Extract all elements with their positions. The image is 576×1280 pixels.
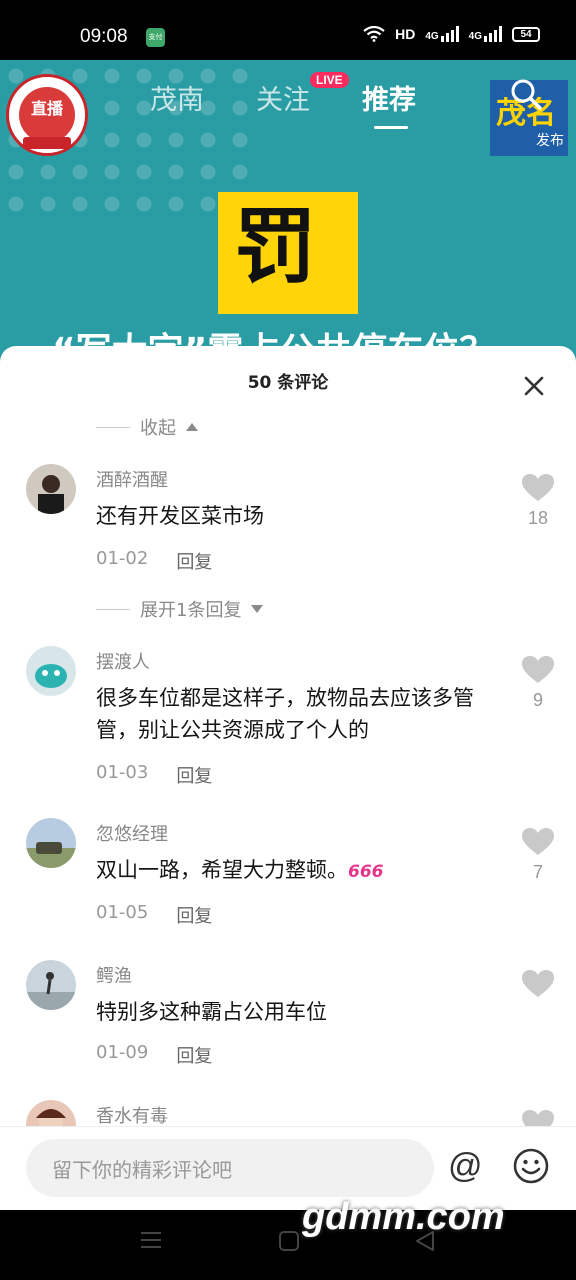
comment-item: 忽悠经理 双山一路，希望大力整顿。666 01-05 回复 7 [0,818,576,928]
caret-down-icon [251,605,264,613]
mention-icon[interactable]: @ [448,1149,483,1183]
status-indicators: HD 4G 4G 54 [363,26,540,42]
comment-item: 摆渡人 很多车位都是这样子，放物品去应该多管管，别让公共资源成了个人的 01-0… [0,646,576,796]
avatar[interactable] [26,960,76,1010]
caret-up-icon [186,423,198,431]
heart-icon [522,656,554,683]
comment-text: 还有开发区菜市场 [96,504,264,528]
signal-icon-2: 4G [469,26,502,42]
reply-button[interactable]: 回复 [176,762,212,788]
comment-text: 特别多这种霸占公用车位 [96,1000,327,1024]
watermark: gdmm.com [302,1196,505,1238]
reply-button[interactable]: 回复 [176,548,212,574]
comment-username[interactable]: 酒醉酒醒 [96,466,168,492]
comment-count-title: 50 条评论 [247,373,329,393]
reply-button[interactable]: 回复 [176,902,212,928]
comment-input[interactable]: 留下你的精彩评论吧 [26,1139,434,1197]
wifi-icon [363,26,385,42]
like-button[interactable]: 18 [520,474,556,529]
expand-label: 展开1条回复 [140,600,242,621]
heart-icon [522,970,554,997]
video-player[interactable]: 直播 茂南 关注 推荐 LIVE 茂名 发布 罚 “写大字”霸占公共停车位？ [0,60,576,380]
menu-icon[interactable] [140,1230,162,1250]
tab-recommended[interactable]: 推荐 [362,78,416,129]
network-type: HD [395,26,416,42]
emoji-icon[interactable] [512,1147,550,1185]
comment-item: 酒醉酒醒 还有开发区菜市场 01-02 回复 18 [0,464,576,574]
comment-username[interactable]: 忽悠经理 [96,820,168,846]
like-button[interactable] [520,970,556,1002]
emoji-666: 666 [348,862,384,882]
comment-date: 01-05 [96,902,149,923]
heart-icon [522,828,554,855]
home-icon[interactable] [278,1230,300,1252]
channel-logo[interactable]: 直播 [6,74,88,156]
avatar[interactable] [26,464,76,514]
top-tabs: 茂南 关注 推荐 [150,78,416,129]
comment-sheet: 50 条评论 收起 酒醉酒醒 还有开发区菜市场 01-02 回复 18 展开1条… [0,346,576,1210]
live-badge[interactable]: LIVE [310,72,349,88]
like-count: 9 [532,690,543,710]
comment-meta: 01-09 回复 [96,1042,212,1068]
payment-app-icon: 支付 [146,28,165,47]
comment-item: 鳄渔 特别多这种霸占公用车位 01-09 回复 [0,960,576,1070]
comment-date: 01-03 [96,762,149,783]
comment-date: 01-09 [96,1042,149,1063]
avatar[interactable] [26,818,76,868]
collapse-label: 收起 [140,418,176,439]
comment-meta: 01-02 回复 [96,548,212,574]
comment-date: 01-02 [96,548,149,569]
close-icon[interactable] [516,368,552,404]
search-icon[interactable] [508,76,544,112]
comment-username[interactable]: 鳄渔 [96,962,132,988]
like-button[interactable]: 9 [520,656,556,711]
tab-following[interactable]: 关注 [256,78,310,117]
like-count: 7 [532,862,543,882]
divider [96,608,130,610]
fine-sign-image: 罚 [218,192,358,314]
reply-button[interactable]: 回复 [176,1042,212,1068]
battery-icon: 54 [512,26,540,42]
like-count: 18 [527,508,549,528]
avatar[interactable] [26,646,76,696]
status-time: 09:08 [80,26,128,47]
collapse-replies-button[interactable]: 收起 [96,414,198,440]
status-bar: 09:08 支付 HD 4G 4G 54 [0,0,576,60]
signal-icon: 4G [425,26,459,42]
comment-username[interactable]: 香水有毒 [96,1102,168,1128]
comment-username[interactable]: 摆渡人 [96,648,150,674]
tab-maonan[interactable]: 茂南 [150,78,204,117]
comment-text: 双山一路，希望大力整顿。666 [96,858,384,882]
divider [96,426,130,428]
heart-icon [522,474,554,501]
comment-meta: 01-03 回复 [96,762,212,788]
comment-meta: 01-05 回复 [96,902,212,928]
like-button[interactable]: 7 [520,828,556,883]
expand-replies-button[interactable]: 展开1条回复 [96,596,264,622]
comment-text: 很多车位都是这样子，放物品去应该多管管，别让公共资源成了个人的 [96,686,474,742]
